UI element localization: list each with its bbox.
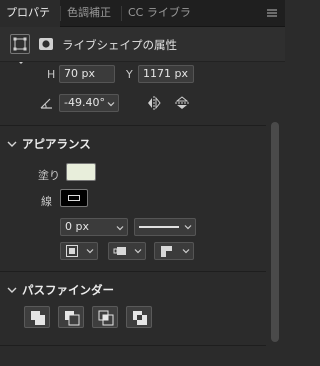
pathfinder-chevron-icon[interactable] bbox=[6, 284, 18, 296]
live-shape-icon bbox=[38, 36, 54, 52]
collapse-toggle-icon[interactable] bbox=[12, 62, 30, 70]
rotation-dropdown[interactable]: -49.40° bbox=[59, 94, 119, 112]
unite-icon bbox=[30, 310, 46, 329]
section-divider bbox=[0, 345, 266, 346]
stroke-cap-dropdown[interactable] bbox=[108, 242, 146, 260]
intersect-shapes-button[interactable] bbox=[92, 306, 118, 328]
y-label: Y bbox=[126, 68, 133, 81]
properties-header: ライブシェイプの属性 bbox=[0, 27, 285, 62]
chevron-down-icon bbox=[115, 222, 125, 238]
rotation-value: -49.40° bbox=[64, 96, 105, 109]
chevron-down-icon bbox=[181, 246, 191, 259]
chevron-down-icon bbox=[183, 222, 193, 235]
panel-menu-icon[interactable] bbox=[264, 6, 280, 20]
unite-shapes-button[interactable] bbox=[24, 306, 50, 328]
tab-adjustments-label: 色調補正 bbox=[67, 6, 111, 19]
subtract-front-button[interactable] bbox=[58, 306, 84, 328]
panel-tab-bar: プロパティ 色調補正 CC ライブラリ bbox=[0, 0, 285, 44]
scrollbar-thumb[interactable] bbox=[271, 122, 279, 342]
stroke-cap-icon bbox=[113, 245, 127, 260]
angle-icon bbox=[39, 96, 55, 110]
stroke-style-dropdown[interactable] bbox=[134, 218, 196, 236]
height-field[interactable]: 70 px bbox=[59, 65, 115, 83]
stroke-color-swatch[interactable] bbox=[60, 189, 88, 207]
chevron-down-icon bbox=[133, 246, 143, 259]
tab-properties[interactable]: プロパティ bbox=[0, 0, 60, 44]
section-divider bbox=[0, 271, 266, 272]
transform-bounds-icon[interactable] bbox=[10, 34, 30, 54]
section-divider bbox=[0, 125, 266, 126]
tab-adjustments[interactable]: 色調補正 bbox=[61, 0, 121, 27]
y-position-field[interactable]: 1171 px bbox=[138, 65, 194, 83]
pathfinder-title: パスファインダー bbox=[22, 283, 114, 297]
fill-color-swatch[interactable] bbox=[66, 163, 96, 181]
appearance-title: アピアランス bbox=[22, 137, 91, 151]
page-title: ライブシェイプの属性 bbox=[62, 38, 177, 52]
stroke-width-dropdown[interactable]: 0 px bbox=[60, 218, 128, 236]
stroke-corner-icon bbox=[159, 244, 173, 261]
properties-content: H 70 px Y 1171 px -49.40° アピアランス 塗り 線 0 … bbox=[0, 62, 266, 366]
stroke-align-inside-icon bbox=[65, 244, 79, 261]
flip-horizontal-icon[interactable] bbox=[145, 94, 163, 112]
exclude-overlap-button[interactable] bbox=[126, 306, 152, 328]
flip-vertical-icon[interactable] bbox=[173, 94, 191, 112]
exclude-icon bbox=[132, 310, 148, 329]
chevron-down-icon bbox=[106, 98, 116, 114]
h-label: H bbox=[47, 68, 56, 81]
stroke-width-value: 0 px bbox=[65, 220, 89, 233]
chevron-down-icon bbox=[85, 246, 95, 259]
subtract-icon bbox=[64, 310, 80, 329]
stroke-style-line bbox=[139, 226, 179, 228]
stroke-corner-dropdown[interactable] bbox=[154, 242, 194, 260]
stroke-indicator bbox=[68, 195, 80, 201]
stroke-label: 線 bbox=[41, 195, 52, 208]
intersect-icon bbox=[98, 310, 114, 329]
appearance-chevron-icon[interactable] bbox=[6, 138, 18, 150]
tab-cc-libraries[interactable]: CC ライブラリ bbox=[122, 0, 202, 44]
fill-label: 塗り bbox=[38, 169, 60, 182]
stroke-align-dropdown[interactable] bbox=[60, 242, 98, 260]
